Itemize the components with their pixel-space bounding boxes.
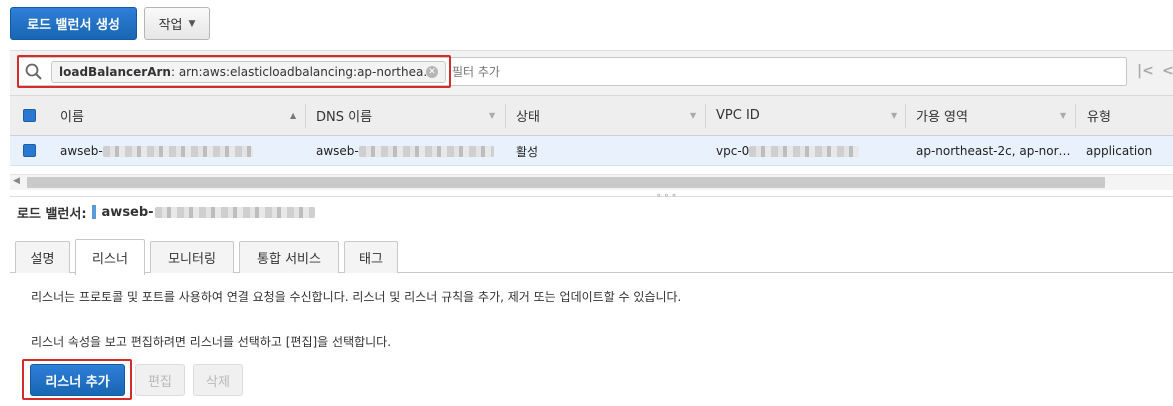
column-divider[interactable]	[505, 104, 506, 128]
column-header-dns[interactable]: DNS 이름	[316, 95, 496, 136]
tab-listeners[interactable]: 리스너	[75, 239, 145, 275]
column-divider[interactable]	[1075, 104, 1076, 128]
sort-icon[interactable]: ▼	[489, 111, 495, 120]
cell-type-text: application	[1086, 144, 1153, 158]
row-checkbox[interactable]	[23, 144, 36, 157]
tab-description[interactable]: 설명	[15, 241, 70, 273]
tab-label: 태그	[359, 252, 383, 267]
column-dns-label: DNS 이름	[316, 110, 373, 125]
detail-title-label: 로드 밸런서:	[17, 206, 87, 222]
create-load-balancer-button[interactable]: 로드 밸런서 생성	[10, 7, 137, 40]
cell-dns: awseb-	[316, 136, 494, 166]
cell-az: ap-northeast-2c, ap-nor…	[916, 136, 1071, 166]
sort-icon[interactable]: ▼	[891, 111, 897, 120]
filter-token-value: : arn:aws:elasticloadbalancing:ap-northe…	[170, 65, 436, 79]
tab-integrated-services[interactable]: 통합 서비스	[239, 241, 339, 273]
actions-dropdown-button[interactable]: 작업 ▼	[144, 7, 210, 40]
column-divider[interactable]	[905, 104, 906, 128]
delete-listener-button[interactable]: 삭제	[193, 364, 243, 396]
grip-icon[interactable]: ∘∘∘	[656, 191, 679, 201]
detail-title: 로드 밸런서: awseb-	[17, 203, 315, 222]
cell-dns-text: awseb-	[316, 144, 359, 158]
cell-state-text: 활성	[516, 144, 539, 159]
resize-handle[interactable]	[10, 196, 1173, 197]
edit-listener-button[interactable]: 편집	[135, 364, 185, 396]
sort-asc-icon[interactable]: ▲	[290, 111, 296, 120]
listener-description: 리스너는 프로토콜 및 포트를 사용하여 연결 요청을 수신합니다. 리스너 및…	[31, 290, 682, 304]
select-all-checkbox[interactable]	[23, 109, 36, 122]
listener-edit-hint: 리스너 속성을 보고 편집하려면 리스너를 선택하고 [편집]을 선택합니다.	[31, 335, 392, 349]
cell-type: application	[1086, 136, 1152, 166]
scrollbar-thumb[interactable]	[27, 177, 1105, 188]
sort-icon[interactable]: ▼	[690, 111, 696, 120]
redacted-value	[749, 145, 860, 157]
redacted-value	[154, 206, 315, 218]
scroll-left-icon[interactable]: ◀	[13, 176, 20, 186]
add-listener-button[interactable]: 리스너 추가	[30, 364, 125, 396]
search-icon	[25, 63, 42, 80]
first-page-icon[interactable]: |<	[1137, 63, 1154, 79]
clear-token-icon[interactable]: ✕	[426, 66, 438, 78]
column-divider[interactable]	[305, 104, 306, 128]
column-header-az[interactable]: 가용 영역	[916, 95, 1066, 136]
chevron-down-icon: ▼	[188, 18, 196, 29]
redacted-value	[358, 145, 494, 157]
title-marker	[91, 205, 96, 219]
column-header-vpc[interactable]: VPC ID	[716, 95, 896, 136]
tab-tags[interactable]: 태그	[344, 241, 398, 273]
tab-label: 리스너	[92, 252, 128, 267]
sort-icon[interactable]: ▼	[1060, 111, 1066, 120]
tab-label: 모니터링	[168, 252, 216, 267]
prev-page-icon[interactable]: <	[1162, 63, 1173, 79]
actions-label: 작업	[158, 18, 183, 33]
column-name-label: 이름	[60, 110, 84, 125]
cell-vpc: vpc-0	[716, 136, 860, 166]
tab-label: 설명	[30, 252, 55, 267]
column-header-name[interactable]: 이름	[60, 95, 300, 136]
filter-token[interactable]: loadBalancerArn : arn:aws:elasticloadbal…	[51, 61, 446, 83]
cell-vpc-text: vpc-0	[716, 144, 750, 158]
cell-state: 활성	[516, 136, 538, 166]
column-az-label: 가용 영역	[916, 110, 968, 125]
tab-monitoring[interactable]: 모니터링	[150, 241, 234, 273]
column-vpc-label: VPC ID	[716, 108, 760, 123]
filter-token-key: loadBalancerArn	[59, 65, 171, 79]
column-state-label: 상태	[516, 110, 540, 125]
cell-name: awseb-	[60, 136, 253, 166]
redacted-value	[102, 145, 253, 157]
add-filter-input[interactable]	[450, 60, 750, 84]
column-header-state[interactable]: 상태	[516, 95, 696, 136]
cell-az-text: ap-northeast-2c, ap-nor…	[916, 144, 1071, 158]
column-header-type[interactable]: 유형	[1087, 95, 1167, 136]
column-divider[interactable]	[705, 104, 706, 128]
column-type-label: 유형	[1087, 110, 1111, 125]
detail-title-value: awseb-	[101, 204, 154, 220]
tab-label: 통합 서비스	[257, 252, 321, 267]
cell-name-text: awseb-	[60, 144, 103, 158]
